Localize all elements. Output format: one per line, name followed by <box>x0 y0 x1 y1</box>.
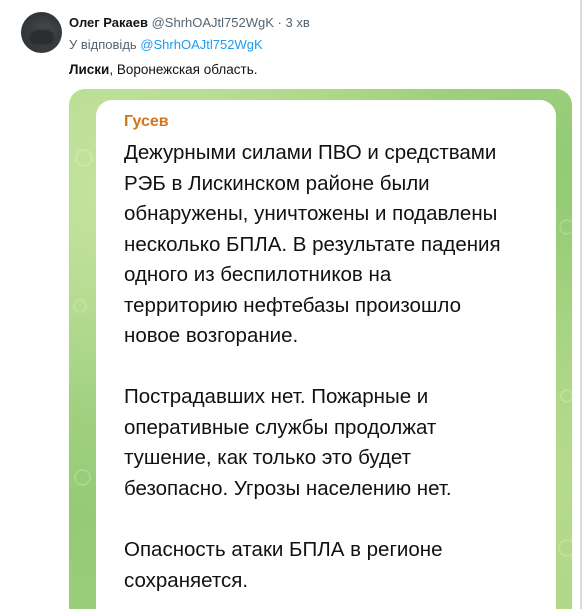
message-line: одного из беспилотников на <box>124 263 392 286</box>
tweet-text: Лиски, Воронежская область. <box>69 61 257 78</box>
separator-dot: · <box>277 15 282 30</box>
background-doodle <box>559 219 572 235</box>
message-line: Опасность атаки БПЛА в регионе <box>124 538 443 561</box>
background-doodle <box>74 469 91 486</box>
message-paragraph-1: Дежурными силами ПВО и средствами РЭБ в … <box>124 138 501 352</box>
tweet-text-bold: Лиски <box>69 62 110 77</box>
reply-prefix: У відповідь <box>69 37 137 52</box>
avatar[interactable] <box>21 12 62 53</box>
message-line: РЭБ в Лискинском районе были <box>124 171 430 195</box>
message-line: обнаружены, уничтожены и подавлены <box>124 202 498 225</box>
message-line: новое возгорание. <box>124 324 299 347</box>
message-paragraph-3: Опасность атаки БПЛА в регионе сохраняет… <box>124 535 443 596</box>
reply-handle-link[interactable]: @ShrhOAJtl752WgK <box>140 37 262 52</box>
author-name[interactable]: Олег Ракаев <box>69 15 148 30</box>
message-line: безопасно. Угрозы населению нет. <box>124 476 452 500</box>
background-doodle <box>560 389 572 403</box>
tweet-media-image[interactable]: Гусев Дежурными силами ПВО и средствами … <box>69 89 572 609</box>
background-doodle <box>558 539 572 557</box>
message-line: сохраняется. <box>124 568 249 592</box>
timestamp[interactable]: 3 хв <box>286 15 310 30</box>
message-line: территорию нефтебазы произошло <box>124 293 461 317</box>
message-paragraph-2: Пострадавших нет. Пожарные и оперативные… <box>124 382 452 504</box>
reply-context: У відповідь @ShrhOAJtl752WgK <box>69 37 263 53</box>
message-line: тушение, как только это будет <box>124 446 412 469</box>
message-line: оперативные службы продолжат <box>124 415 437 439</box>
message-line: Пострадавших нет. Пожарные и <box>124 385 429 408</box>
author-handle[interactable]: @ShrhOAJtl752WgK <box>152 15 274 30</box>
tweet-text-rest: , Воронежская область. <box>109 62 258 77</box>
message-sender: Гусев <box>124 113 169 130</box>
background-doodle <box>75 149 93 167</box>
message-bubble: Гусев Дежурными силами ПВО и средствами … <box>96 100 556 609</box>
tweet-header: Олег Ракаев @ShrhOAJtl752WgK · 3 хв <box>69 15 310 31</box>
message-line: несколько БПЛА. В результате падения <box>124 232 501 256</box>
background-doodle <box>73 299 87 313</box>
message-line: Дежурными силами ПВО и средствами <box>124 141 497 164</box>
